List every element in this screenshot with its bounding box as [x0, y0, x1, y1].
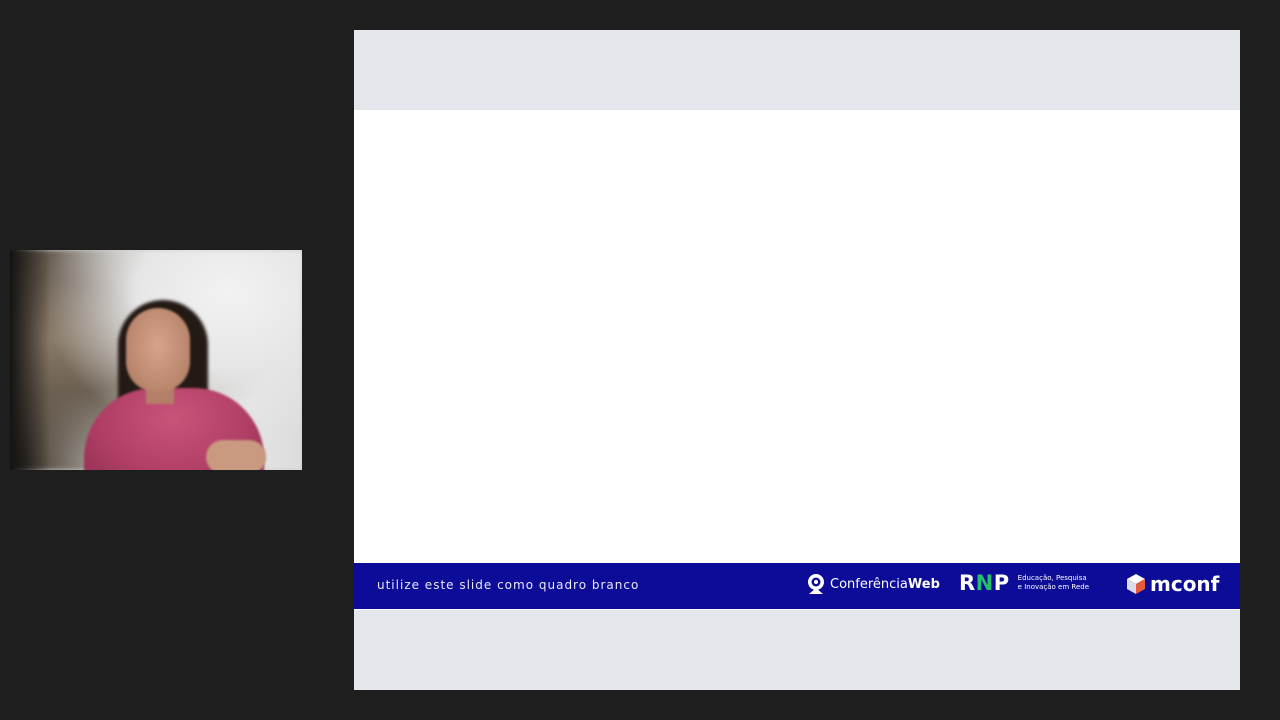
footer-caption: utilize este slide como quadro branco [377, 578, 640, 592]
rnp-tagline: Educação, Pesquisa e Inovação em Rede [1018, 574, 1089, 592]
rnp-logo: RNP Educação, Pesquisa e Inovação em Red… [959, 571, 1089, 595]
rnp-mark: RNP [959, 571, 1010, 595]
mconf-logo: mconf [1126, 572, 1219, 596]
conferencia-web-logo: ConferênciaWeb [806, 573, 940, 595]
cube-icon [1126, 573, 1146, 595]
webcam-video-tile[interactable] [10, 250, 302, 470]
conferencia-web-prefix: Conferência [830, 576, 908, 592]
slide-bottom-band [354, 610, 1240, 690]
participant-face [126, 308, 190, 392]
rnp-mark-n: N [975, 571, 994, 595]
mconf-wordmark: mconf [1150, 572, 1220, 596]
participant-arm [206, 440, 266, 470]
conferencia-web-suffix: Web [907, 576, 940, 592]
webcam-shadow [10, 250, 50, 470]
rnp-tagline-line2: e Inovação em Rede [1017, 583, 1090, 591]
webcam-icon [806, 573, 826, 595]
presentation-slide[interactable]: utilize este slide como quadro branco Co… [354, 30, 1240, 690]
rnp-tagline-line1: Educação, Pesquisa [1017, 574, 1087, 582]
meeting-stage: utilize este slide como quadro branco Co… [0, 0, 1280, 720]
slide-footer-bar: utilize este slide como quadro branco Co… [354, 563, 1240, 609]
slide-top-band [354, 30, 1240, 110]
rnp-mark-r: R [959, 571, 976, 595]
rnp-mark-p: P [993, 571, 1010, 595]
